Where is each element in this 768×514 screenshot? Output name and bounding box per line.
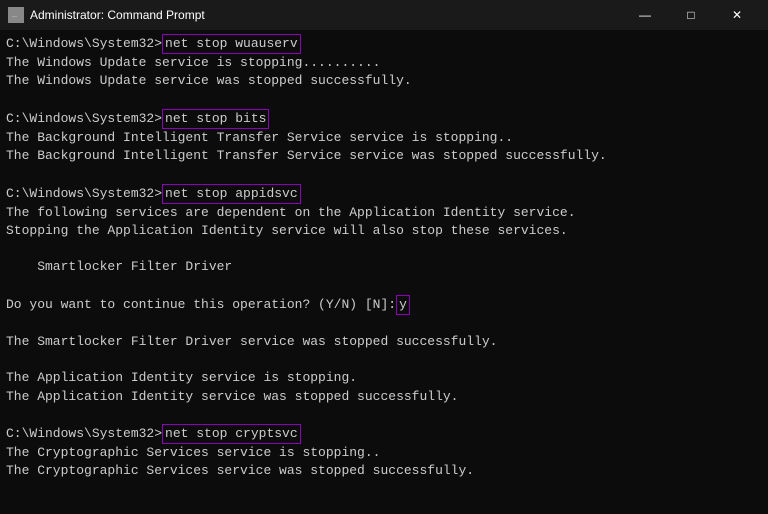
output-line-11: The Cryptographic Services service is st… [6, 444, 762, 462]
minimize-button[interactable]: — [622, 0, 668, 30]
blank-2 [6, 165, 762, 183]
blank-5 [6, 315, 762, 333]
prompt-4: C:\Windows\System32> [6, 425, 162, 443]
output-line-5: The following services are dependent on … [6, 204, 762, 222]
command-line-1: C:\Windows\System32>net stop wuauserv [6, 34, 762, 54]
prompt-1: C:\Windows\System32> [6, 35, 162, 53]
prompt-2: C:\Windows\System32> [6, 110, 162, 128]
output-line-6: Stopping the Application Identity servic… [6, 222, 762, 240]
blank-3 [6, 240, 762, 258]
output-line-4: The Background Intelligent Transfer Serv… [6, 147, 762, 165]
blank-6 [6, 351, 762, 369]
output-line-2: The Windows Update service was stopped s… [6, 72, 762, 90]
titlebar-controls: — □ ✕ [622, 0, 760, 30]
output-line-12: The Cryptographic Services service was s… [6, 462, 762, 480]
output-line-3: The Background Intelligent Transfer Serv… [6, 129, 762, 147]
output-line-1: The Windows Update service is stopping..… [6, 54, 762, 72]
blank-7 [6, 406, 762, 424]
output-line-8: The Smartlocker Filter Driver service wa… [6, 333, 762, 351]
close-button[interactable]: ✕ [714, 0, 760, 30]
blank-1 [6, 91, 762, 109]
titlebar: Administrator: Command Prompt — □ ✕ [0, 0, 768, 30]
command-highlight-2: net stop bits [162, 109, 269, 129]
command-line-4: C:\Windows\System32>net stop cryptsvc [6, 424, 762, 444]
command-highlight-1: net stop wuauserv [162, 34, 301, 54]
command-highlight-3: net stop appidsvc [162, 184, 301, 204]
input-prompt-line: Do you want to continue this operation? … [6, 295, 762, 315]
blank-4 [6, 276, 762, 294]
window-icon [8, 7, 24, 23]
window: Administrator: Command Prompt — □ ✕ C:\W… [0, 0, 768, 514]
output-line-9: The Application Identity service is stop… [6, 369, 762, 387]
user-input-y: y [396, 295, 410, 315]
maximize-button[interactable]: □ [668, 0, 714, 30]
command-line-2: C:\Windows\System32>net stop bits [6, 109, 762, 129]
terminal-body: C:\Windows\System32>net stop wuauserv Th… [0, 30, 768, 514]
output-line-7: Smartlocker Filter Driver [6, 258, 762, 276]
output-line-10: The Application Identity service was sto… [6, 388, 762, 406]
window-title: Administrator: Command Prompt [30, 8, 622, 22]
command-highlight-4: net stop cryptsvc [162, 424, 301, 444]
prompt-3: C:\Windows\System32> [6, 185, 162, 203]
command-line-3: C:\Windows\System32>net stop appidsvc [6, 184, 762, 204]
input-prompt-text: Do you want to continue this operation? … [6, 296, 396, 314]
